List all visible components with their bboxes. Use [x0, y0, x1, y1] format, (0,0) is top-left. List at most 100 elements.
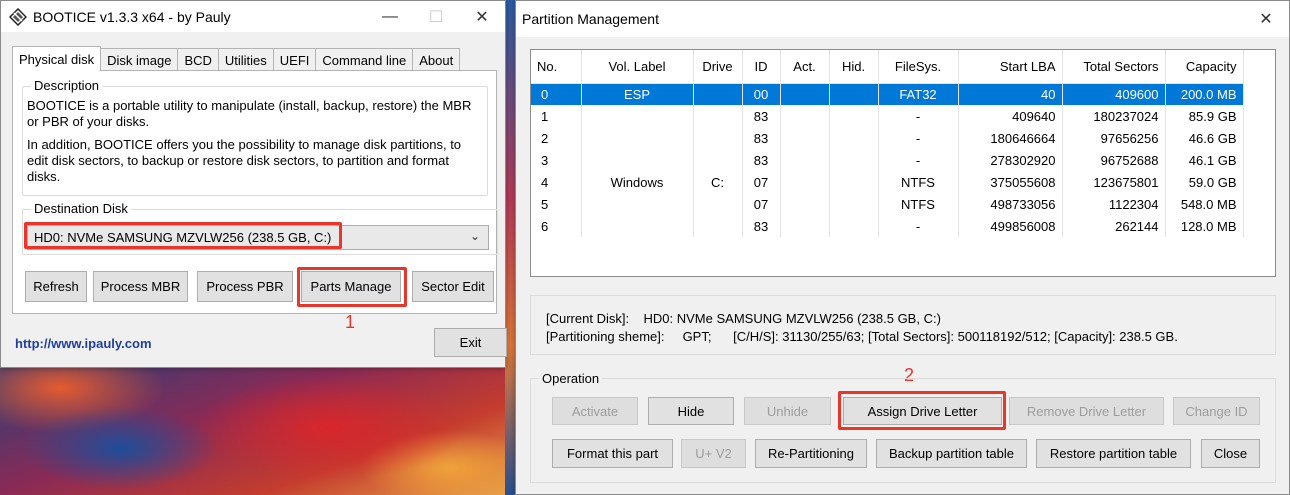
u-v2-button[interactable]: U+ V2	[681, 439, 746, 468]
cell-act	[780, 105, 830, 127]
remove-drive-letter-button[interactable]: Remove Drive Letter	[1009, 397, 1164, 425]
cell-vol-label	[581, 149, 694, 171]
col-capacity[interactable]: Capacity	[1165, 50, 1244, 84]
cell-capacity: 128.0 MB	[1165, 215, 1244, 237]
table-row[interactable]: 6 83 -499856008 262144 128.0 MB	[531, 215, 1244, 237]
disk-info-box: [Current Disk]: HD0: NVMe SAMSUNG MZVLW2…	[530, 295, 1276, 355]
activate-button[interactable]: Activate	[552, 397, 638, 425]
description-paragraph-1: BOOTICE is a portable utility to manipul…	[27, 98, 472, 129]
cell-drive	[693, 149, 743, 171]
maximize-icon: ☐	[428, 8, 444, 26]
unhide-button[interactable]: Unhide	[744, 397, 831, 425]
hide-button[interactable]: Hide	[648, 397, 734, 425]
table-row[interactable]: 4 Windows C: 07 NTFS 375055608 123675801 59.0 G…	[531, 171, 1244, 193]
re-partitioning-button[interactable]: Re-Partitioning	[755, 439, 867, 468]
partition-table: No. Vol. Label Drive ID Act. Hid. FileSy…	[531, 50, 1244, 237]
col-filesys[interactable]: FileSys.	[878, 50, 959, 84]
table-row[interactable]: 0 ESP 00 FAT32 40 409600 200.0 MB	[531, 83, 1244, 105]
highlight-parts-manage	[297, 267, 407, 307]
cell-id: 00	[742, 83, 781, 105]
cell-total-sectors: 180237024	[1062, 105, 1166, 127]
cell-drive	[693, 193, 743, 215]
cell-drive	[693, 83, 743, 105]
cell-filesys: -	[878, 215, 959, 237]
cell-capacity: 46.6 GB	[1165, 127, 1244, 149]
tab-physical-disk[interactable]: Physical disk	[12, 46, 102, 71]
chevron-down-icon: ⌄	[469, 229, 480, 243]
cell-start-lba: 278302920	[958, 149, 1063, 171]
col-vol-label[interactable]: Vol. Label	[581, 50, 694, 84]
process-pbr-button[interactable]: Process PBR	[197, 271, 293, 302]
cell-total-sectors: 96752688	[1062, 149, 1166, 171]
cell-filesys: FAT32	[878, 83, 959, 105]
col-start-lba[interactable]: Start LBA	[958, 50, 1063, 84]
minimize-icon[interactable]: —	[367, 1, 413, 32]
tab-uefi[interactable]: UEFI	[272, 48, 317, 71]
description-group: Description BOOTICE is a portable utilit…	[22, 78, 488, 196]
cell-no: 1	[531, 105, 582, 127]
cell-filesys: -	[878, 127, 959, 149]
partmgr-titlebar[interactable]: Partition Management ✕	[516, 1, 1289, 37]
cell-no: 2	[531, 127, 582, 149]
partmgr-title: Partition Management	[522, 11, 659, 27]
cell-vol-label	[581, 215, 694, 237]
close-button[interactable]: Close	[1201, 439, 1260, 468]
table-row[interactable]: 2 83 -180646664 97656256 46.6 GB	[531, 127, 1244, 149]
cell-vol-label	[581, 127, 694, 149]
tab-command-line[interactable]: Command line	[315, 48, 414, 71]
col-total-sectors[interactable]: Total Sectors	[1062, 50, 1166, 84]
cell-no: 4	[531, 171, 582, 193]
col-id[interactable]: ID	[742, 50, 781, 84]
bootice-titlebar[interactable]: BOOTICE v1.3.3 x64 - by Pauly — ☐ ✕	[1, 1, 505, 32]
tab-disk-image[interactable]: Disk image	[100, 48, 179, 71]
physical-disk-panel: Description BOOTICE is a portable utilit…	[12, 70, 498, 314]
cell-total-sectors: 262144	[1062, 215, 1166, 237]
destination-disk-legend: Destination Disk	[31, 201, 131, 216]
refresh-button[interactable]: Refresh	[25, 271, 87, 302]
tab-about[interactable]: About	[412, 48, 461, 71]
partition-management-window: Partition Management ✕ No. Vol. Label Dr…	[515, 0, 1290, 495]
cell-start-lba: 180646664	[958, 127, 1063, 149]
desktop-wallpaper	[0, 368, 515, 495]
close-icon[interactable]: ✕	[459, 1, 505, 32]
bootice-title: BOOTICE v1.3.3 x64 - by Pauly	[33, 8, 231, 25]
cell-hid	[829, 171, 879, 193]
tab-utilities[interactable]: Utilities	[217, 48, 274, 71]
partitioning-scheme-info: [Partitioning sheme]: GPT; [C/H/S]: 3113…	[546, 329, 1178, 344]
table-row[interactable]: 5 07 NTFS 498733056 1122304 548.0 MB	[531, 193, 1244, 215]
cell-start-lba: 498733056	[958, 193, 1063, 215]
cell-hid	[829, 149, 879, 171]
cell-id: 07	[742, 193, 781, 215]
cell-filesys: NTFS	[878, 171, 959, 193]
sector-edit-button[interactable]: Sector Edit	[412, 271, 494, 302]
cell-drive	[693, 215, 743, 237]
col-drive[interactable]: Drive	[693, 50, 743, 84]
table-row[interactable]: 3 83 -278302920 96752688 46.1 GB	[531, 149, 1244, 171]
cell-act	[780, 193, 830, 215]
change-id-button[interactable]: Change ID	[1173, 397, 1260, 425]
table-row[interactable]: 1 83 -409640 180237024 85.9 GB	[531, 105, 1244, 127]
ipauly-link[interactable]: http://www.ipauly.com	[15, 336, 152, 351]
highlight-assign-drive-letter	[838, 391, 1006, 430]
description-paragraph-2: In addition, BOOTICE offers you the poss…	[27, 137, 462, 184]
cell-vol-label: ESP	[581, 83, 694, 105]
cell-act	[780, 171, 830, 193]
description-legend: Description	[31, 78, 103, 93]
col-hid[interactable]: Hid.	[829, 50, 879, 84]
cell-start-lba: 409640	[958, 105, 1063, 127]
close-icon[interactable]: ✕	[1243, 1, 1289, 37]
cell-act	[780, 149, 830, 171]
col-no[interactable]: No.	[531, 50, 582, 84]
format-this-part-button[interactable]: Format this part	[552, 439, 673, 468]
process-mbr-button[interactable]: Process MBR	[93, 271, 188, 302]
backup-partition-table-button[interactable]: Backup partition table	[876, 439, 1027, 468]
col-act[interactable]: Act.	[780, 50, 830, 84]
cell-start-lba: 375055608	[958, 171, 1063, 193]
cell-capacity: 85.9 GB	[1165, 105, 1244, 127]
cell-id: 83	[742, 105, 781, 127]
exit-button[interactable]: Exit	[434, 328, 507, 357]
cell-hid	[829, 83, 879, 105]
restore-partition-table-button[interactable]: Restore partition table	[1036, 439, 1191, 468]
tab-bcd[interactable]: BCD	[177, 48, 219, 71]
cell-drive: C:	[693, 171, 743, 193]
